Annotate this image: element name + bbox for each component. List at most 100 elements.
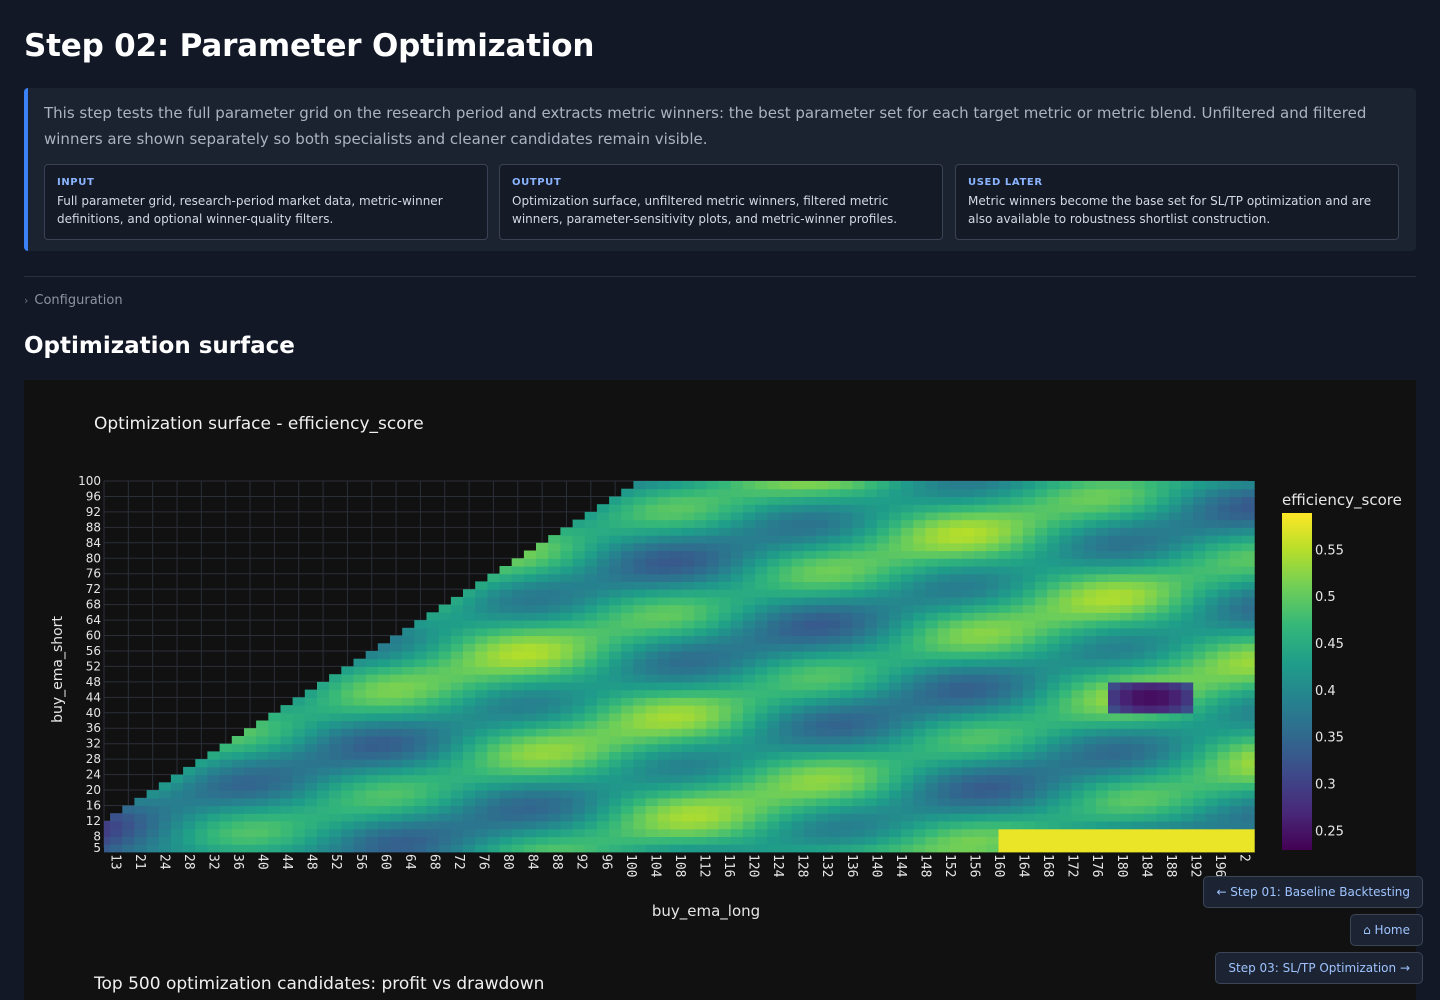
heatmap-cell: [572, 674, 586, 683]
heatmap-cell: [584, 511, 598, 521]
heatmap-cell: [840, 519, 854, 528]
heatmap-cell: [1010, 689, 1024, 698]
heatmap-cell: [463, 643, 476, 652]
heatmap-cell: [937, 797, 951, 807]
heatmap-cell: [523, 813, 537, 822]
heatmap-cell: [974, 558, 987, 567]
heatmap-cell: [1132, 658, 1146, 667]
heatmap-cell: [1120, 627, 1133, 637]
heatmap-cell: [256, 743, 269, 752]
heatmap-cell: [572, 805, 586, 814]
heatmap-cell: [548, 697, 561, 706]
configuration-toggle[interactable]: › Configuration: [24, 293, 123, 308]
heatmap-cell: [414, 666, 428, 675]
heatmap-cell: [803, 790, 817, 799]
heatmap-cell: [706, 635, 720, 644]
heatmap-cell: [548, 643, 561, 652]
heatmap-cell: [889, 844, 902, 853]
heatmap-cell: [1144, 566, 1158, 575]
heatmap-cell: [1047, 542, 1060, 552]
heatmap-cell: [450, 813, 464, 822]
heatmap-cell: [1144, 790, 1158, 799]
heatmap-cell: [244, 844, 257, 853]
heatmap-cell: [560, 658, 574, 667]
heatmap-cell: [609, 782, 622, 791]
heatmap-cell: [438, 689, 452, 698]
heatmap-cell: [937, 790, 951, 799]
heatmap-cell: [292, 805, 306, 814]
heatmap-cell: [256, 790, 269, 799]
heatmap-cell: [329, 743, 342, 752]
heatmap-cell: [1059, 828, 1073, 837]
heatmap-cell: [694, 566, 708, 575]
heatmap-cell: [1193, 620, 1206, 629]
heatmap-cell: [962, 658, 975, 667]
heatmap-cell: [1205, 620, 1219, 629]
home-button[interactable]: ⌂ Home: [1350, 914, 1423, 946]
heatmap-cell: [450, 697, 464, 706]
heatmap-cell: [730, 573, 744, 582]
heatmap-cell: [1095, 790, 1109, 799]
heatmap-cell: [1229, 774, 1243, 783]
heatmap-cell: [742, 589, 756, 598]
heatmap-cell: [463, 751, 476, 760]
heatmap-cell: [779, 596, 793, 606]
heatmap-cell: [1010, 504, 1024, 513]
heatmap-cell: [791, 658, 805, 667]
heatmap-cell: [876, 844, 890, 853]
heatmap-cell: [584, 720, 598, 729]
heatmap-cell: [1205, 589, 1219, 598]
heatmap-cell: [1120, 697, 1133, 706]
heatmap-cell: [353, 666, 367, 675]
heatmap-cell: [779, 828, 793, 837]
heatmap-cell: [475, 581, 488, 590]
heatmap-cell: [791, 481, 805, 490]
heatmap-cell: [852, 496, 866, 505]
heatmap-cell: [876, 550, 890, 559]
heatmap-cell: [1095, 558, 1109, 567]
heatmap-cell: [657, 589, 671, 598]
heatmap-cell: [1193, 743, 1206, 752]
heatmap-cell: [779, 558, 793, 567]
heatmap-cell: [1022, 612, 1036, 621]
heatmap-cell: [1132, 774, 1146, 783]
heatmap-cell: [122, 836, 136, 845]
heatmap-cell: [1120, 527, 1133, 536]
next-step-button[interactable]: Step 03: SL/TP Optimization →: [1215, 952, 1423, 984]
heatmap-cell: [986, 558, 1000, 567]
heatmap-cell: [621, 658, 634, 667]
prev-step-button[interactable]: ← Step 01: Baseline Backtesting: [1203, 876, 1423, 908]
heatmap-cell: [816, 759, 829, 768]
heatmap-cell: [864, 481, 878, 490]
heatmap-cell: [779, 589, 793, 598]
heatmap-cell: [1071, 697, 1085, 706]
heatmap-cell: [730, 612, 744, 621]
heatmap-cell: [791, 651, 805, 660]
heatmap-cell: [621, 504, 634, 513]
heatmap-cell: [791, 782, 805, 791]
heatmap-cell: [511, 573, 525, 582]
heatmap-cell: [1022, 658, 1036, 667]
heatmap-cell: [450, 805, 464, 814]
heatmap-cell: [523, 635, 537, 644]
heatmap-cell: [1193, 705, 1206, 714]
heatmap-cell: [317, 697, 330, 706]
heatmap-cell: [730, 751, 744, 760]
heatmap-cell: [962, 712, 975, 722]
heatmap-cell: [511, 743, 525, 752]
chart-title: Optimization surface - efficiency_score: [94, 414, 424, 434]
heatmap-cell: [621, 689, 634, 698]
heatmap-cell: [633, 689, 647, 698]
heatmap-cell: [816, 481, 829, 490]
heatmap-cell: [742, 805, 756, 814]
heatmap-cell: [1083, 620, 1097, 629]
heatmap-cell: [487, 627, 501, 637]
heatmap-cell: [876, 712, 890, 722]
heatmap-cell: [304, 836, 318, 845]
heatmap-cell: [974, 488, 987, 497]
heatmap-cell: [840, 620, 854, 629]
heatmap-cell: [584, 635, 598, 644]
heatmap-cell: [718, 766, 732, 776]
heatmap-cell: [852, 705, 866, 714]
x-tick-label: 88: [549, 854, 564, 870]
